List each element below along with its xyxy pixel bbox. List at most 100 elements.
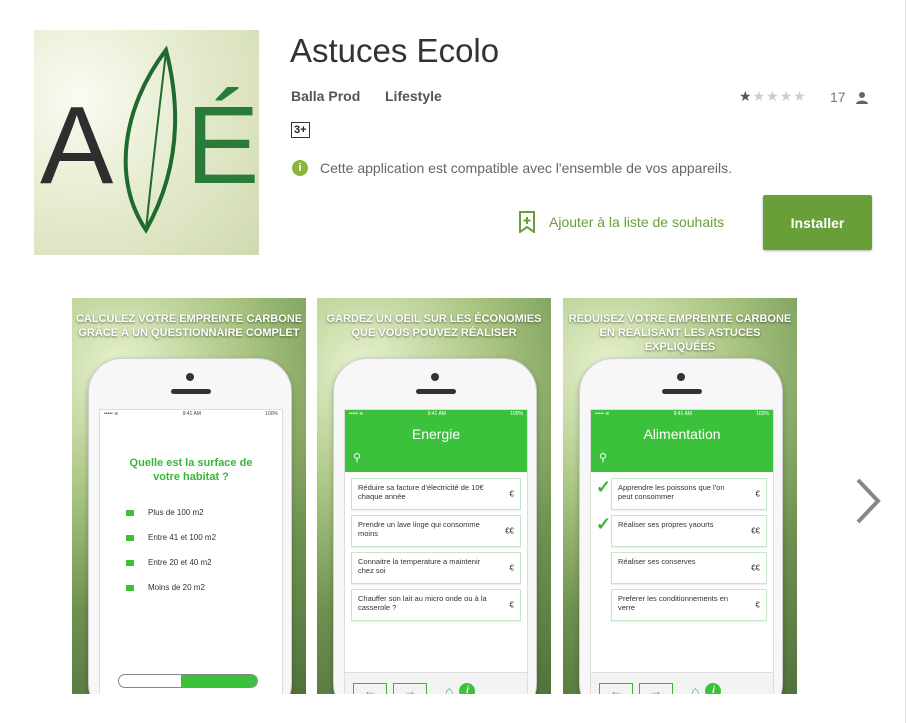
answer-option: Entre 41 et 100 m2 <box>126 533 282 542</box>
bottom-nav: ← → ⌂ i <box>345 672 527 694</box>
content-rating-badge: 3+ <box>291 122 310 138</box>
info-icon: i <box>459 682 476 694</box>
star-icon: ★ <box>793 88 807 104</box>
thermometer-fill <box>181 675 257 687</box>
list-item: Connaitre la temperature a maintenir che… <box>351 552 521 584</box>
status-battery: 100% <box>265 411 278 417</box>
answer-option: Plus de 100 m2 <box>126 508 282 517</box>
star-icon: ★ <box>779 88 794 104</box>
item-text: Réaliser ses propres yaourts <box>618 520 714 529</box>
list-item: Réaliser ses conserves €€ <box>611 552 767 584</box>
screenshot-caption: GARDEZ UN OEIL SUR LES ÉCONOMIES QUE VOU… <box>326 313 542 339</box>
question-title: Quelle est la surface de votre habitat ? <box>129 457 253 483</box>
bottom-nav: ← → ⌂ i <box>591 672 773 694</box>
speaker-icon <box>171 389 211 394</box>
cost-badge: € <box>509 489 514 499</box>
option-label: Entre 20 et 40 m2 <box>148 558 212 567</box>
answer-option: Moins de 20 m2 <box>126 583 282 592</box>
item-text: Chauffer son lait au micro onde ou à la … <box>358 594 487 612</box>
item-text: Preferer les conditionnements en verre <box>618 594 729 612</box>
cost-badge: € <box>509 563 514 573</box>
arrow-right-icon: → <box>639 682 673 694</box>
status-battery: 100% <box>756 411 769 417</box>
search-icon: ⚲ <box>353 452 362 464</box>
screenshot-1[interactable]: CALCULEZ VOTRE EMPREINTE CARBONE GRÂCE À… <box>72 298 306 694</box>
star-rating: ★★★★★ <box>739 88 807 105</box>
cost-badge: € <box>755 600 760 610</box>
screen-title: Alimentation <box>643 426 721 442</box>
camera-icon <box>186 373 194 381</box>
speaker-icon <box>662 389 702 394</box>
status-signal: ••••• ≋ <box>349 411 364 417</box>
chevron-right-icon[interactable] <box>852 476 882 526</box>
status-signal: ••••• ≋ <box>104 411 119 417</box>
compatibility-message: Cette application est compatible avec l'… <box>320 160 733 176</box>
list-item: Réduire sa facture d'électricité de 10€ … <box>351 478 521 510</box>
item-text: Réaliser ses conserves <box>618 557 696 566</box>
status-time: 9:41 AM <box>673 411 692 417</box>
app-details-card: A É Astuces Ecolo Balla Prod Lifestyle 3… <box>0 0 906 723</box>
list-item: Chauffer son lait au micro onde ou à la … <box>351 589 521 621</box>
star-icon: ★ <box>739 88 753 104</box>
arrow-left-icon: ← <box>353 682 387 694</box>
cost-badge: € <box>509 600 514 610</box>
item-text: Prendre un lave linge qui consomme moins <box>358 520 480 538</box>
item-text: Connaitre la temperature a maintenir che… <box>358 557 481 575</box>
phone-screen: ••••• ≋ 9:41 AM 100% Alimentation ⚲ ✓ App… <box>590 409 774 694</box>
status-signal: ••••• ≋ <box>595 411 610 417</box>
status-bar: ••••• ≋ 9:41 AM 100% <box>100 410 282 420</box>
app-title: Astuces Ecolo <box>290 32 500 69</box>
option-marker-icon <box>126 584 134 591</box>
item-text: Réduire sa facture d'électricité de 10€ … <box>358 483 484 501</box>
cost-badge: € <box>755 489 760 499</box>
phone-mockup: ••••• ≋ 9:41 AM 100% Quelle est la surfa… <box>88 358 292 694</box>
add-to-wishlist-link[interactable]: Ajouter à la liste de souhaits <box>549 214 724 230</box>
speaker-icon <box>416 389 456 394</box>
option-label: Entre 41 et 100 m2 <box>148 533 217 542</box>
phone-screen: ••••• ≋ 9:41 AM 100% Energie ⚲ Réduire s… <box>344 409 528 694</box>
status-bar: ••••• ≋ 9:41 AM 100% <box>345 410 527 420</box>
screenshot-caption: REDUISEZ VOTRE EMPREINTE CARBONE EN RÉAL… <box>568 313 792 353</box>
bookmark-add-icon[interactable] <box>518 211 536 233</box>
status-time: 9:41 AM <box>427 411 446 417</box>
home-icon: ⌂ <box>691 682 700 695</box>
status-battery: 100% <box>510 411 523 417</box>
cost-badge: €€ <box>751 526 760 536</box>
screenshot-3[interactable]: REDUISEZ VOTRE EMPREINTE CARBONE EN RÉAL… <box>563 298 797 694</box>
status-time: 9:41 AM <box>182 411 201 417</box>
screen-header: ••••• ≋ 9:41 AM 100% Alimentation ⚲ <box>591 410 773 472</box>
developer-link[interactable]: Balla Prod <box>291 88 360 104</box>
screenshot-caption: CALCULEZ VOTRE EMPREINTE CARBONE GRÂCE À… <box>75 313 303 339</box>
category-link[interactable]: Lifestyle <box>385 88 442 104</box>
phone-mockup: ••••• ≋ 9:41 AM 100% Alimentation ⚲ ✓ App… <box>579 358 783 694</box>
phone-mockup: ••••• ≋ 9:41 AM 100% Energie ⚲ Réduire s… <box>333 358 537 694</box>
phone-screen: ••••• ≋ 9:41 AM 100% Quelle est la surfa… <box>99 409 283 694</box>
install-button[interactable]: Installer <box>763 195 872 250</box>
screen-title: Energie <box>411 426 461 442</box>
checkmark-icon: ✓ <box>596 514 612 534</box>
option-marker-icon <box>126 509 134 516</box>
cost-badge: €€ <box>751 563 760 573</box>
home-icon: ⌂ <box>445 682 454 695</box>
answer-options: Plus de 100 m2 Entre 41 et 100 m2 Entre … <box>100 508 282 592</box>
info-icon: i <box>292 160 308 176</box>
answer-option: Entre 20 et 40 m2 <box>126 558 282 567</box>
person-icon <box>856 92 868 104</box>
screenshot-2[interactable]: GARDEZ UN OEIL SUR LES ÉCONOMIES QUE VOU… <box>317 298 551 694</box>
tips-list: ✓ Apprendre les poissons que l'on peut co… <box>591 472 773 621</box>
search-icon: ⚲ <box>599 452 608 464</box>
arrow-left-icon: ← <box>599 682 633 694</box>
app-icon-letter-a: A <box>40 84 114 207</box>
list-item: Prendre un lave linge qui consomme moins… <box>351 515 521 547</box>
list-item: ✓ Réaliser ses propres yaourts €€ <box>596 515 767 547</box>
arrow-right-icon: → <box>393 682 427 694</box>
rating-count: 17 <box>830 89 846 105</box>
screen-header: ••••• ≋ 9:41 AM 100% Energie ⚲ <box>345 410 527 472</box>
checkmark-icon: ✓ <box>596 477 612 497</box>
star-icon: ★ <box>752 88 767 104</box>
list-item: ✓ Apprendre les poissons que l'on peut co… <box>596 478 767 510</box>
option-marker-icon <box>126 534 134 541</box>
app-icon: A É <box>34 30 259 255</box>
info-icon: i <box>705 682 722 694</box>
option-marker-icon <box>126 559 134 566</box>
